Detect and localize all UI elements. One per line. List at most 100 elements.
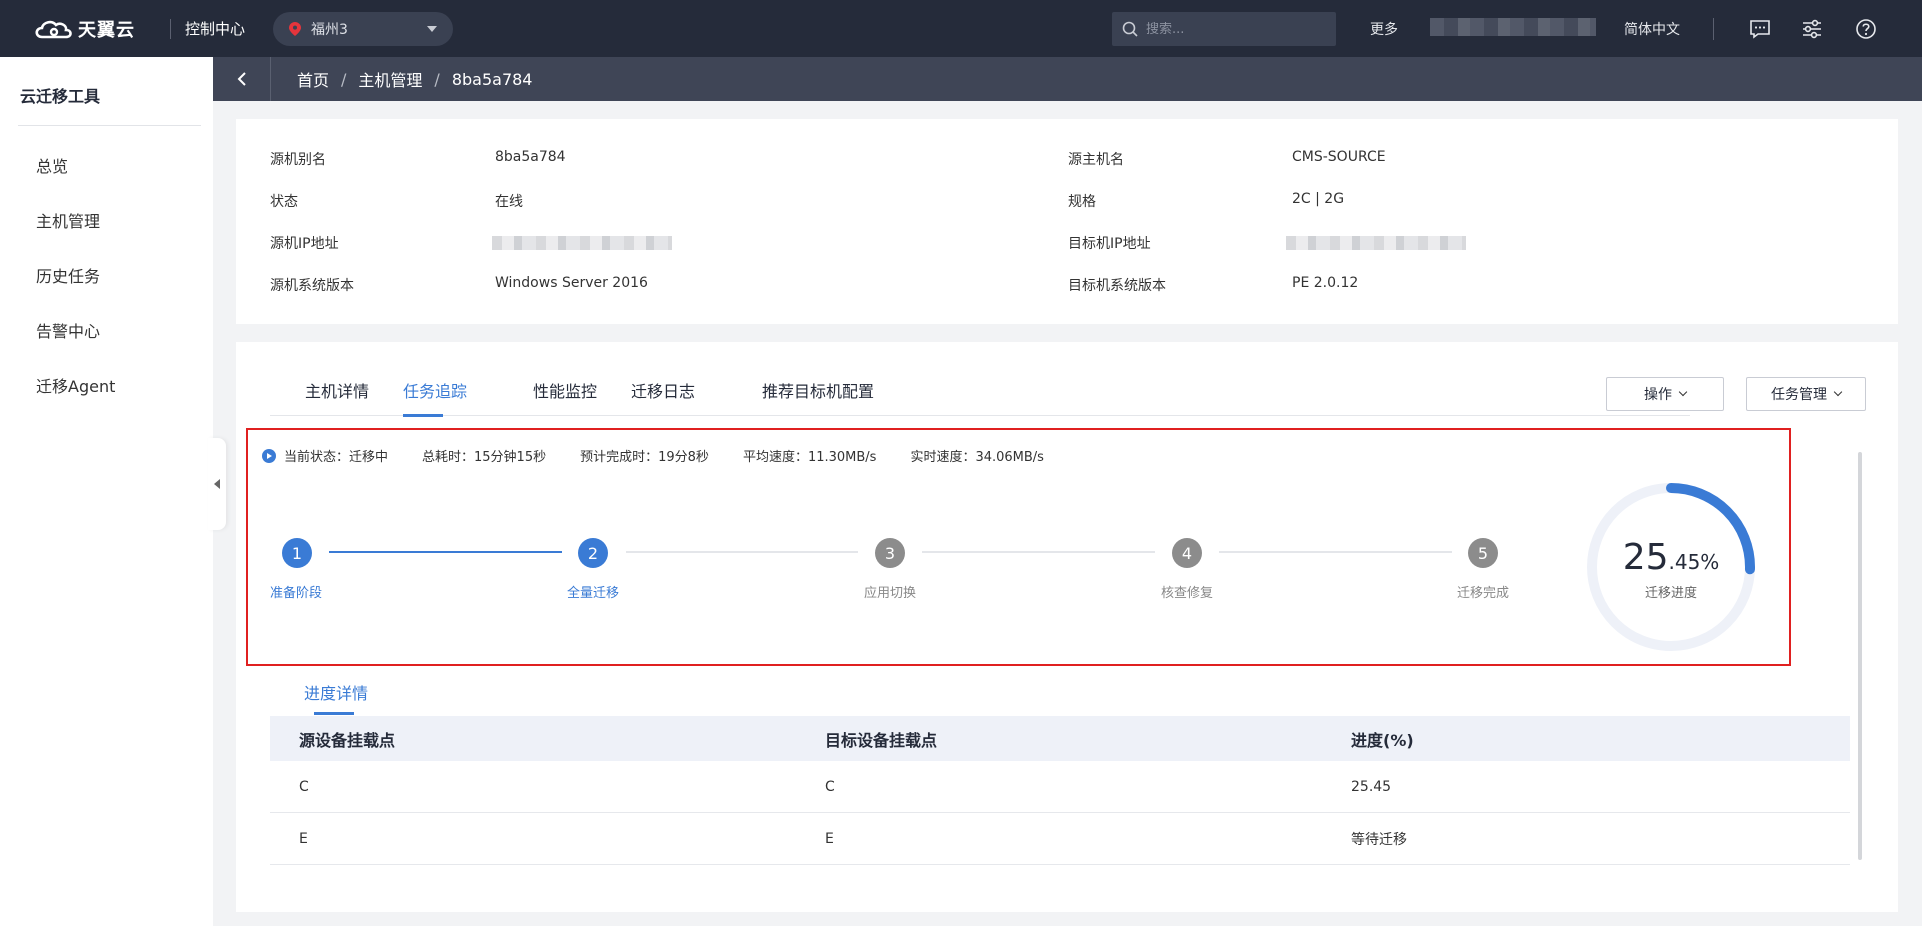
breadcrumb-separator: / [434,69,440,89]
info-label: 目标机系统版本 [1068,278,1166,294]
operate-dropdown-button[interactable]: 操作 [1606,377,1724,411]
more-menu[interactable]: 更多 [1370,19,1398,39]
brand-name: 天翼云 [78,19,135,41]
console-link[interactable]: 控制中心 [185,18,245,39]
sidebar-item-host-management[interactable]: 主机管理 [0,194,213,249]
info-value: 2C | 2G [1292,191,1345,207]
step-connector-done [329,551,562,553]
step-3-circle: 3 [875,538,905,568]
progress-table: 源设备挂载点 目标设备挂载点 进度(%) C C 25.45 E E 等待迁移 [270,716,1850,865]
sidebar-item-migration-agent[interactable]: 迁移Agent [0,359,213,414]
region-name: 福州3 [311,21,348,38]
progress-label: 迁移进度 [1644,586,1697,601]
info-label: 状态 [270,194,298,210]
message-icon[interactable] [1748,17,1772,41]
info-label: 源机别名 [270,152,326,168]
table-cell: 等待迁移 [1351,831,1407,848]
breadcrumb-current: 8ba5a784 [451,69,533,89]
info-value: 在线 [495,194,523,210]
info-value: PE 2.0.12 [1292,275,1359,291]
sidebar: 云迁移工具 总览 主机管理 历史任务 告警中心 迁移Agent [0,57,213,926]
vertical-scrollbar[interactable] [1858,452,1862,860]
divider [170,18,171,39]
search-icon [1122,21,1138,37]
table-cell: C [299,778,309,795]
operate-label: 操作 [1644,387,1672,403]
step-1-label: 准备阶段 [270,586,323,601]
tab-recommended-target[interactable]: 推荐目标机配置 [762,378,874,402]
sidebar-item-alert-center[interactable]: 告警中心 [0,304,213,359]
table-cell: 25.45 [1351,778,1392,795]
step-3-label: 应用切换 [864,586,917,601]
chevron-left-icon [237,72,246,86]
search-box[interactable] [1112,12,1336,46]
current-status: 当前状态：迁移中 [284,450,389,465]
step-4-label: 核查修复 [1161,586,1214,601]
breadcrumb: 首页 / 主机管理 / 8ba5a784 [213,57,1922,101]
logo[interactable]: 天翼云 [32,16,150,42]
step-4-circle: 4 [1172,538,1202,568]
chevron-left-icon [214,479,220,489]
progress-integer: 25 [1622,537,1669,578]
average-speed: 平均速度：11.30MB/s [742,450,877,465]
step-connector [626,551,858,553]
info-value: CMS-SOURCE [1292,149,1386,165]
info-value: Windows Server 2016 [495,275,648,291]
sidebar-title: 云迁移工具 [20,87,101,106]
step-5-circle: 5 [1468,538,1498,568]
chevron-down-icon [427,25,438,32]
tab-host-details[interactable]: 主机详情 [305,378,369,402]
step-1-circle: 1 [282,538,312,568]
info-value: 8ba5a784 [495,149,566,165]
column-target-mount: 目标设备挂载点 [825,730,938,750]
search-input[interactable] [1146,21,1316,37]
target-ip-redacted [1286,236,1466,250]
chevron-down-icon [1678,387,1688,397]
breadcrumb-host-management[interactable]: 主机管理 [358,67,422,91]
table-cell: C [825,778,835,795]
status-summary: 当前状态：迁移中 总耗时：15分钟15秒 预计完成时：19分8秒 平均速度：11… [262,446,1078,465]
step-2-label: 全量迁移 [567,586,620,601]
step-connector [922,551,1155,553]
info-label: 规格 [1068,194,1096,210]
location-pin-icon [289,21,302,36]
chevron-down-icon [1833,387,1843,397]
step-2-circle: 2 [578,538,608,568]
column-progress: 进度(%) [1351,730,1414,750]
top-navigation-bar: 天翼云 控制中心 福州3 更多 简体中文 [0,0,1922,57]
host-info-card: 源机别名 8ba5a784 状态 在线 源机IP地址 源机系统版本 Window… [236,119,1898,324]
tab-migration-log[interactable]: 迁移日志 [631,378,695,402]
source-ip-redacted [492,236,672,250]
task-manage-label: 任务管理 [1771,387,1827,403]
table-cell: E [825,830,834,847]
sidebar-collapse-handle[interactable] [208,438,226,530]
tab-task-tracking[interactable]: 任务追踪 [403,378,467,402]
tab-progress-details[interactable]: 进度详情 [304,680,368,704]
help-icon[interactable] [1854,17,1878,41]
settings-sliders-icon[interactable] [1800,17,1824,41]
step-connector [1219,551,1452,553]
progress-decimal: .45% [1668,550,1720,574]
info-label: 源主机名 [1068,152,1124,168]
breadcrumb-home[interactable]: 首页 [297,67,329,91]
realtime-speed: 实时速度：34.06MB/s [910,450,1044,465]
elapsed-time: 总耗时：15分钟15秒 [422,450,547,465]
breadcrumb-separator: / [341,69,347,89]
table-cell: E [299,830,308,847]
task-tracking-card: 主机详情 任务追踪 性能监控 迁移日志 推荐目标机配置 操作 任务管理 当前状态… [236,342,1898,912]
sidebar-item-history-tasks[interactable]: 历史任务 [0,249,213,304]
progress-value: 25.45% [1586,537,1756,578]
language-switch[interactable]: 简体中文 [1624,19,1680,39]
estimated-completion: 预计完成时：19分8秒 [580,450,709,465]
tab-bar: 主机详情 任务追踪 性能监控 迁移日志 推荐目标机配置 [270,342,1690,417]
step-5-label: 迁移完成 [1457,586,1510,601]
account-name-redacted[interactable] [1430,18,1596,36]
tab-performance-monitor[interactable]: 性能监控 [533,378,597,402]
task-manage-dropdown-button[interactable]: 任务管理 [1746,377,1866,411]
active-tab-indicator [403,414,443,417]
back-button[interactable] [213,57,271,101]
info-label: 目标机IP地址 [1068,236,1151,252]
sidebar-item-overview[interactable]: 总览 [0,139,213,194]
table-row: E E 等待迁移 [270,813,1850,865]
region-selector[interactable]: 福州3 [273,11,454,46]
